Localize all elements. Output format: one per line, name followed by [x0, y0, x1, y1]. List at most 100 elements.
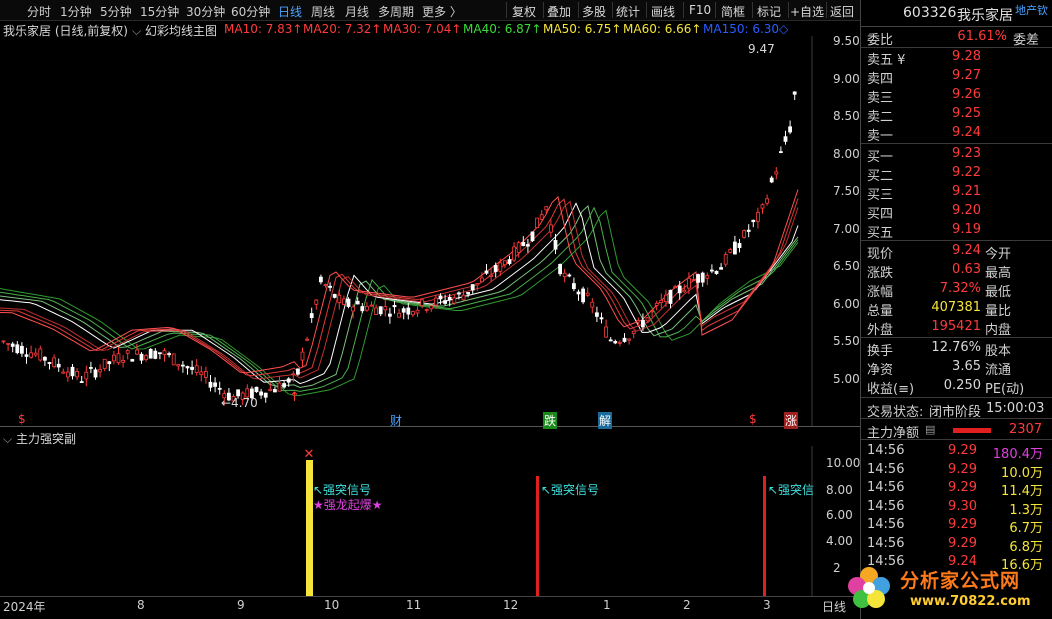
tick-volume: 11.4万 — [1001, 484, 1043, 499]
tick-volume: 1.3万 — [1009, 502, 1043, 518]
event-mark-limit-up[interactable]: 涨 — [784, 412, 799, 429]
sub-indicator-selector[interactable]: ⌵ 主力强突副 — [3, 430, 76, 447]
stat-label-right: 最高 — [985, 266, 1012, 281]
orderbook-price[interactable]: 9.22 — [941, 165, 981, 180]
orderbook-price[interactable]: 9.28 — [941, 49, 981, 64]
stats-button[interactable]: 统计 — [616, 3, 640, 20]
orderbook-price[interactable]: 9.25 — [941, 106, 981, 121]
orderbook-level-label: 卖五 ¥ — [867, 53, 906, 68]
weicha-label: 委差 — [1013, 33, 1040, 48]
overlay-button[interactable]: 叠加 — [547, 3, 571, 20]
orderbook-level-label: 卖三 — [867, 91, 894, 106]
back-button[interactable]: 返回 — [830, 3, 854, 20]
ma10-label: MA10: 7.83↑ — [224, 22, 303, 36]
tab-1min[interactable]: 1分钟 — [60, 3, 92, 20]
price-tick-label: 7.00 — [833, 222, 860, 236]
netflow-value: 2307 — [1009, 422, 1043, 437]
date-tick-label: 1 — [603, 598, 611, 612]
orderbook-price[interactable]: 9.27 — [941, 68, 981, 83]
tab-5min[interactable]: 5分钟 — [100, 3, 132, 20]
stat-label: 现价 — [867, 247, 894, 262]
tick-volume: 180.4万 — [992, 447, 1043, 462]
stat-label-right: 股本 — [985, 344, 1012, 359]
price-chart[interactable] — [0, 36, 860, 426]
stat-value: 9.24 — [952, 243, 981, 258]
tick-price: 9.30 — [948, 498, 977, 514]
orderbook-price[interactable]: 9.26 — [941, 87, 981, 102]
stat-label-right: 量比 — [985, 304, 1012, 319]
signal-chart[interactable]: ✕ — [0, 446, 860, 596]
adjust-button[interactable]: 复权 — [512, 3, 536, 20]
ma40-label: MA40: 6.87↑ — [463, 22, 542, 36]
event-mark-finance[interactable]: 财 — [390, 412, 402, 429]
signal-label-3: ↖强突信 — [768, 483, 815, 497]
tick-price: 9.29 — [948, 535, 977, 551]
f10-button[interactable]: F10 — [689, 3, 711, 17]
signal-tick-label: 8.00 — [826, 483, 853, 497]
stat-label: 涨跌 — [867, 266, 894, 281]
orderbook-price[interactable]: 9.19 — [941, 222, 981, 237]
orderbook-price[interactable]: 9.21 — [941, 184, 981, 199]
stat-label: 外盘 — [867, 323, 894, 338]
webi-value: 61.61% — [957, 29, 1007, 44]
event-mark-dividend[interactable]: $ — [18, 412, 26, 426]
ma30-label: MA30: 7.04↑ — [383, 22, 462, 36]
stat-label-right: PE(动) — [985, 382, 1025, 397]
stat-value: 407381 — [931, 300, 981, 315]
price-tick-label: 6.50 — [833, 259, 860, 273]
orderbook-level-label: 买一 — [867, 150, 894, 165]
event-mark-dividend-2[interactable]: $ — [749, 412, 757, 426]
flower-logo-icon — [848, 567, 890, 608]
chevron-down-icon: ⌵ — [3, 432, 13, 446]
orderbook-price[interactable]: 9.23 — [941, 146, 981, 161]
watermark-text: 分析家公式网 — [900, 570, 1021, 592]
tick-time: 14:56 — [867, 535, 905, 551]
mark-button[interactable]: 标记 — [757, 3, 781, 20]
price-tick-label: 9.50 — [833, 34, 860, 48]
list-icon[interactable]: ▤ — [925, 423, 935, 436]
draw-line-button[interactable]: 画线 — [651, 3, 675, 20]
date-tick-label: 9 — [237, 598, 245, 612]
tab-60min[interactable]: 60分钟 — [231, 3, 270, 20]
status-time: 15:00:03 — [986, 401, 1045, 416]
price-tick-label: 5.50 — [833, 334, 860, 348]
signal-tick-label: 10.00 — [826, 456, 861, 470]
sector-tag[interactable]: 地产钦 — [1015, 2, 1048, 18]
orderbook-price[interactable]: 9.24 — [941, 125, 981, 140]
tab-multi-period[interactable]: 多周期 — [378, 3, 414, 20]
ma150-label: MA150: 6.30◇ — [703, 22, 789, 36]
event-mark-unlock[interactable]: 解 — [598, 412, 613, 429]
tab-daily[interactable]: 日线 — [278, 3, 302, 20]
orderbook-level-label: 买三 — [867, 188, 894, 203]
stat-value: 0.250 — [943, 378, 981, 393]
multi-stock-button[interactable]: 多股 — [582, 3, 606, 20]
tab-weekly[interactable]: 周线 — [311, 3, 335, 20]
tab-15min[interactable]: 15分钟 — [140, 3, 179, 20]
simple-frame-button[interactable]: 简框 — [721, 3, 745, 20]
tab-more[interactable]: 更多 〉 — [422, 3, 462, 20]
orderbook-price[interactable]: 9.20 — [941, 203, 981, 218]
date-tick-label: 12 — [503, 598, 519, 612]
stat-value: 3.65 — [952, 359, 981, 374]
signal-label-2: ↖强突信号 — [541, 483, 600, 497]
price-tick-label: 6.00 — [833, 297, 860, 311]
watermark-url: www.70822.com — [910, 594, 1031, 609]
stat-label-right: 最低 — [985, 285, 1012, 300]
orderbook-level-label: 卖二 — [867, 110, 894, 125]
stat-label-right: 流通 — [985, 363, 1012, 378]
stat-label: 涨幅 — [867, 285, 894, 300]
webi-label: 委比 — [867, 33, 894, 48]
orderbook-level-label: 卖四 — [867, 72, 894, 87]
tab-monthly[interactable]: 月线 — [345, 3, 369, 20]
period-indicator[interactable]: 日线 — [822, 598, 846, 615]
date-tick-label: 11 — [406, 598, 422, 612]
add-watchlist-button[interactable]: +自选 — [790, 3, 824, 20]
orderbook-level-label: 买二 — [867, 169, 894, 184]
pane-divider — [0, 426, 860, 427]
date-tick-label: 10 — [324, 598, 340, 612]
stat-value: 12.76% — [931, 340, 981, 355]
tab-30min[interactable]: 30分钟 — [186, 3, 225, 20]
tick-price: 9.29 — [948, 461, 977, 477]
event-mark-fall[interactable]: 跌 — [543, 412, 558, 429]
tab-fenshi[interactable]: 分时 — [27, 3, 51, 20]
